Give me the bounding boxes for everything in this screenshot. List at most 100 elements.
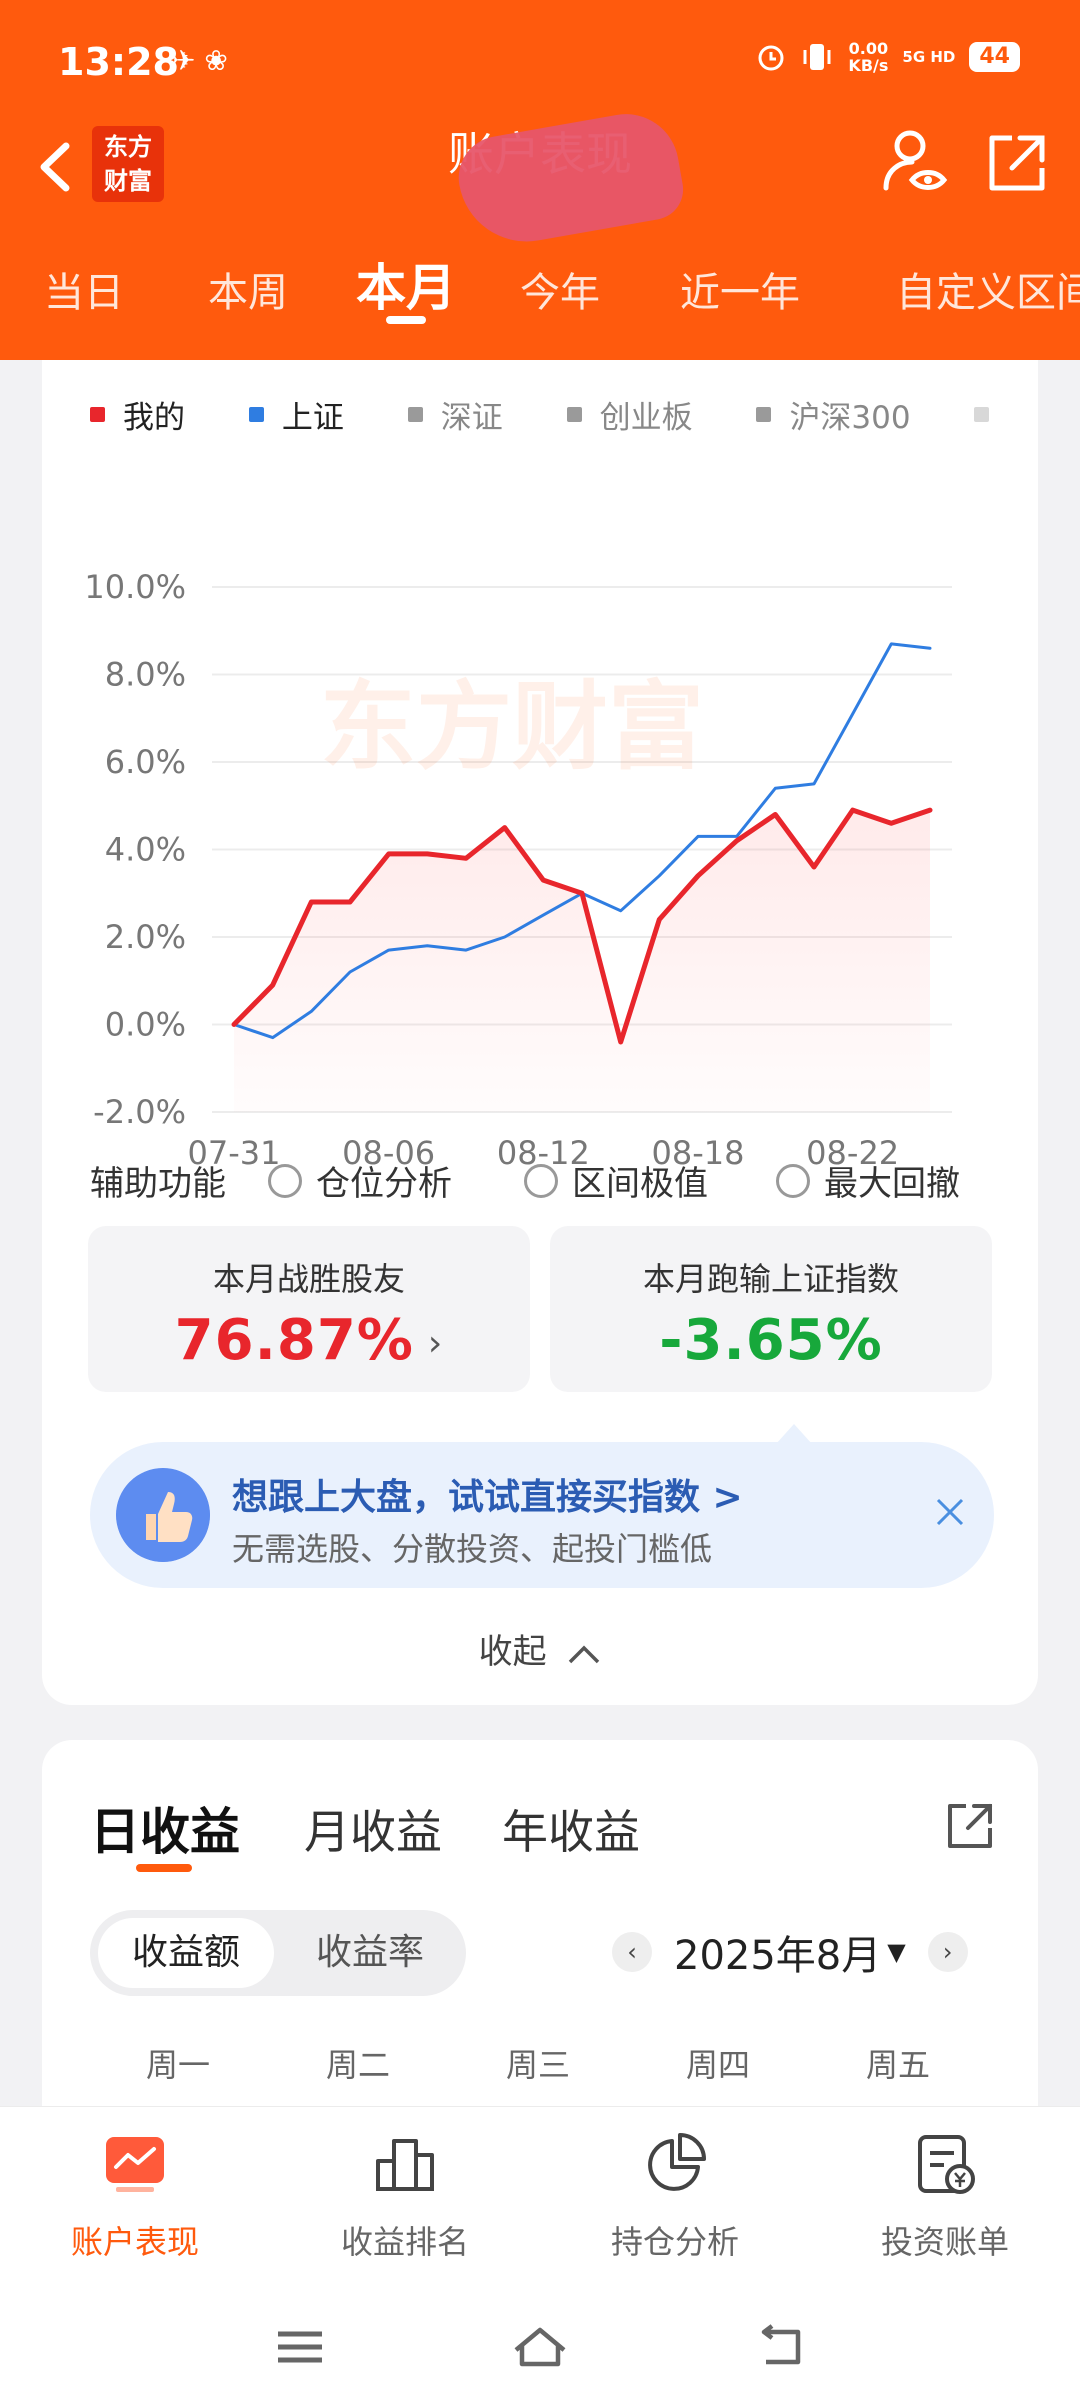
system-navigation-bar — [0, 2292, 1080, 2400]
legend-item-chinext[interactable]: 创业板 — [566, 392, 693, 437]
month-value[interactable]: 2025年8月 — [674, 1923, 881, 1981]
chevron-up-icon — [569, 1645, 600, 1663]
weekday-wed: 周三 — [506, 2046, 571, 2084]
menu-icon[interactable] — [270, 2322, 330, 2372]
back-arrow-icon[interactable] — [30, 132, 80, 202]
month-picker: ‹ 2025年8月 ▼ › — [612, 1922, 968, 1982]
period-tabs: 当日 本周 本月 今年 近一年 自定义区间 — [0, 242, 1080, 342]
nav-earnings-ranking[interactable]: 收益排名 — [270, 2129, 540, 2263]
alarm-icon — [758, 45, 784, 71]
nav-holdings-analysis[interactable]: 持仓分析 — [540, 2129, 810, 2263]
net-speed-unit: KB/s — [848, 56, 889, 75]
option-max-drawdown[interactable]: 最大回撤 — [776, 1156, 960, 1205]
tab-active-indicator — [386, 316, 426, 324]
status-time: 13:28 — [58, 40, 179, 84]
nav-label: 收益排名 — [340, 2223, 469, 2261]
notification-icons: ✈ ❀ — [172, 44, 228, 77]
tab-monthly-earnings[interactable]: 月收益 — [304, 1796, 442, 1862]
user-privacy-icon[interactable] — [878, 126, 950, 198]
legend-item-shanghai[interactable]: 上证 — [248, 392, 344, 437]
option-position-analysis[interactable]: 仓位分析 — [268, 1156, 452, 1205]
collapse-button[interactable]: 收起 — [42, 1624, 1038, 1673]
ranking-bars-icon — [376, 2139, 434, 2191]
y-tick-label: 2.0% — [105, 918, 186, 956]
tab-last-year[interactable]: 近一年 — [680, 260, 800, 318]
legend-dot — [974, 407, 990, 422]
tab-custom-range[interactable]: 自定义区间 — [896, 260, 1080, 318]
back-icon[interactable] — [750, 2322, 810, 2372]
aux-label: 辅助功能 — [90, 1164, 226, 1204]
tab-this-week[interactable]: 本周 — [208, 260, 288, 318]
y-tick-label: 0.0% — [105, 1006, 186, 1044]
share-icon[interactable] — [982, 128, 1052, 198]
option-label: 仓位分析 — [316, 1164, 452, 1204]
nav-investment-bill[interactable]: 投资账单 — [810, 2129, 1080, 2263]
legend-item-more[interactable] — [974, 407, 1007, 422]
y-tick-label: -2.0% — [93, 1093, 186, 1131]
radio-unchecked[interactable] — [268, 1163, 302, 1198]
next-month-icon[interactable]: › — [927, 1932, 968, 1972]
promo-subtitle: 无需选股、分散投资、起投门槛低 — [232, 1530, 713, 1568]
tab-this-month[interactable]: 本月 — [356, 248, 456, 320]
option-label: 区间极值 — [572, 1164, 708, 1204]
home-icon[interactable] — [510, 2322, 570, 2372]
my-series-area — [234, 810, 930, 1112]
y-tick-label: 4.0% — [105, 831, 186, 869]
y-tick-label: 8.0% — [105, 656, 186, 694]
nav-label: 投资账单 — [880, 2223, 1009, 2261]
promo-title-link[interactable]: 想跟上大盘，试试直接买指数 > — [232, 1468, 743, 1520]
legend-item-mine[interactable]: 我的 — [90, 392, 185, 437]
legend-label: 沪深300 — [789, 400, 911, 436]
earnings-type-toggle: 收益额 收益率 — [90, 1910, 466, 1996]
legend-dot — [756, 407, 772, 422]
thumbs-up-icon — [116, 1468, 210, 1562]
index-fund-promo[interactable]: 想跟上大盘，试试直接买指数 > 无需选股、分散投资、起投门槛低 — [90, 1442, 994, 1588]
legend-item-shenzhen[interactable]: 深证 — [407, 392, 503, 437]
earnings-card: 日收益 月收益 年收益 收益额 收益率 ‹ 2025年8月 ▼ › 周一 周二 … — [42, 1740, 1038, 2140]
beat-peers-box[interactable]: 本月战胜股友 76.87% › — [88, 1226, 530, 1392]
tab-daily-earnings[interactable]: 日收益 — [90, 1792, 240, 1864]
status-bar: 13:28 ✈ ❀ 0.00 KB/s 5G HD 44 — [0, 0, 1080, 120]
caret-down-icon[interactable]: ▼ — [887, 1938, 905, 1966]
legend-label: 深证 — [440, 400, 503, 436]
vs-index-value: -3.65% — [659, 1308, 883, 1373]
legend-dot — [407, 407, 423, 422]
segment-amount[interactable]: 收益额 — [98, 1918, 274, 1988]
beat-peers-label: 本月战胜股友 — [212, 1260, 405, 1298]
radio-unchecked[interactable] — [524, 1163, 558, 1198]
weekday-mon: 周一 — [146, 2046, 211, 2084]
vs-index-label: 本月跑输上证指数 — [642, 1260, 899, 1298]
nav-label: 账户表现 — [70, 2223, 199, 2261]
beat-peers-value: 76.87% — [174, 1308, 414, 1373]
option-range-extremes[interactable]: 区间极值 — [524, 1156, 708, 1205]
tab-this-year[interactable]: 今年 — [520, 260, 600, 318]
pie-chart-icon — [648, 2133, 706, 2191]
legend-label: 创业板 — [599, 400, 693, 436]
net-speed-value: 0.00 — [848, 39, 889, 58]
chevron-right-icon: › — [427, 1323, 444, 1365]
y-axis-labels: 10.0% 8.0% 6.0% 4.0% 2.0% 0.0% -2.0% — [84, 568, 186, 1131]
nav-account-performance[interactable]: 账户表现 — [0, 2129, 270, 2263]
tab-yearly-earnings[interactable]: 年收益 — [502, 1796, 640, 1862]
beat-peers-value-row: 76.87% › — [88, 1308, 530, 1373]
radio-unchecked[interactable] — [776, 1163, 810, 1198]
chart-legend: 我的 上证 深证 创业板 沪深300 — [90, 392, 1020, 442]
eastmoney-logo: 东方 财富 — [92, 126, 164, 202]
y-tick-label: 6.0% — [105, 743, 186, 781]
bill-icon — [918, 2135, 975, 2194]
prev-month-icon[interactable]: ‹ — [612, 1932, 652, 1972]
legend-label: 我的 — [123, 400, 185, 436]
tab-today[interactable]: 当日 — [44, 260, 124, 318]
legend-dot — [90, 407, 105, 422]
legend-label: 上证 — [281, 400, 344, 436]
title-bar: 账户表现 东方 财富 — [0, 105, 1080, 253]
bottom-navigation: 账户表现 收益排名 持仓分析 投资账单 — [0, 2106, 1080, 2292]
segment-rate[interactable]: 收益率 — [282, 1918, 458, 1988]
status-right: 0.00 KB/s 5G HD 44 — [756, 40, 1020, 74]
export-icon[interactable] — [942, 1798, 998, 1854]
legend-dot — [566, 407, 582, 422]
y-tick-label: 10.0% — [84, 568, 186, 606]
promo-pointer — [776, 1424, 812, 1444]
close-icon[interactable] — [930, 1492, 970, 1532]
legend-item-csi300[interactable]: 沪深300 — [756, 392, 911, 437]
